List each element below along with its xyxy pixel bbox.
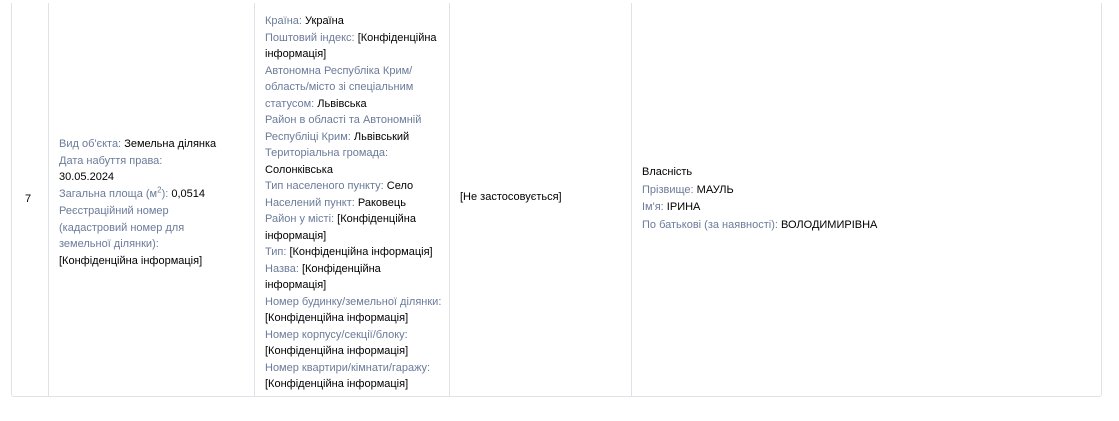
cadastral-label: Реєстраційний номер (кадастровий номер д… xyxy=(59,205,185,250)
area-line: Загальна площа (м2): 0,0514 xyxy=(59,185,219,203)
object-type-line: Вид об'єкта: Земельна ділянка xyxy=(59,136,219,153)
address-label: Тип населеного пункту: xyxy=(265,180,384,192)
acquisition-date-line: Дата набуття права: 30.05.2024 xyxy=(59,153,219,186)
address-line: Населений пункт: Раковець xyxy=(265,195,443,212)
address-value: [Конфіденційна інформація] xyxy=(265,345,409,357)
address-label: Населений пункт: xyxy=(265,196,355,209)
address-value: [Конфіденційна інформація] xyxy=(265,378,409,390)
address-line: Номер квартири/кімнати/гаражу: [Конфіден… xyxy=(265,360,443,393)
owner-info: Власність Прізвище: МАУЛЬ Ім'я: ІРИНА По… xyxy=(642,164,877,234)
address-label: Назва: xyxy=(265,262,299,275)
address-label: Країна: xyxy=(265,15,302,27)
area-value: 0,0514 xyxy=(171,187,206,200)
share-value: [Не застосовується] xyxy=(460,191,562,203)
cell-share: [Не застосовується] xyxy=(450,3,632,396)
right-type: Власність xyxy=(642,166,693,178)
object-type-label: Вид об'єкта: xyxy=(59,138,122,150)
registry-table: 7 Вид об'єкта: Земельна ділянка Дата наб… xyxy=(11,3,1102,397)
row-number: 7 xyxy=(25,193,32,205)
surname-value: МАУЛЬ xyxy=(696,183,734,196)
address-label: Територіальна громада: xyxy=(265,147,389,159)
address-label: Поштовий індекс: xyxy=(265,31,355,44)
address-line: Назва: [Конфіденційна інформація] xyxy=(265,261,443,294)
address-line: Територіальна громада: Солонківська xyxy=(265,145,443,178)
address-line: Район в області та Автономній Республіці… xyxy=(265,112,443,145)
address-line: Номер корпусу/секції/блоку: [Конфіденцій… xyxy=(265,327,443,360)
address-label: Номер будинку/земельної ділянки: xyxy=(265,295,442,308)
cell-object-info: Вид об'єкта: Земельна ділянка Дата набут… xyxy=(49,3,255,396)
address-value: Львівський xyxy=(353,130,410,143)
cell-address: Країна: Україна Поштовий індекс: [Конфіде… xyxy=(255,3,450,396)
address-label: Тип: xyxy=(265,246,287,258)
address-label: Район у місті: xyxy=(265,213,335,225)
acquisition-date-label: Дата набуття права: xyxy=(59,154,163,167)
address-label: Номер корпусу/секції/блоку: xyxy=(265,328,408,341)
address-line: Поштовий індекс: [Конфіденційна інформац… xyxy=(265,30,443,63)
area-label-pre: Загальна площа (м xyxy=(59,187,158,200)
patronymic-line: По батькові (за наявності): ВОЛОДИМИРІВН… xyxy=(642,217,877,235)
address-label: Номер квартири/кімнати/гаражу: xyxy=(265,361,431,374)
cell-owner: Власність Прізвище: МАУЛЬ Ім'я: ІРИНА По… xyxy=(632,3,1101,396)
patronymic-label: По батькові (за наявності): xyxy=(642,218,778,231)
patronymic-value: ВОЛОДИМИРІВНА xyxy=(781,218,878,231)
name-line: Ім'я: ІРИНА xyxy=(642,199,877,217)
object-info: Вид об'єкта: Земельна ділянка Дата набут… xyxy=(59,136,219,269)
cadastral-value: [Конфіденційна інформація] xyxy=(59,254,203,267)
address-info: Країна: Україна Поштовий індекс: [Конфіде… xyxy=(265,13,443,393)
acquisition-date-value: 30.05.2024 xyxy=(59,171,115,183)
area-label-post: ): xyxy=(161,187,169,200)
address-value: Село xyxy=(386,180,414,192)
address-value: Львівська xyxy=(317,97,367,110)
address-value: [Конфіденційна інформація] xyxy=(265,312,409,324)
address-value: Солонківська xyxy=(265,163,333,176)
surname-line: Прізвище: МАУЛЬ xyxy=(642,182,877,200)
address-line: Район у місті: [Конфіденційна інформація… xyxy=(265,211,443,244)
address-line: Тип: [Конфіденційна інформація] xyxy=(265,244,443,261)
name-label: Ім'я: xyxy=(642,201,664,213)
address-line: Номер будинку/земельної ділянки: [Конфід… xyxy=(265,294,443,327)
object-type-value: Земельна ділянка xyxy=(124,138,217,150)
surname-label: Прізвище: xyxy=(642,183,694,196)
name-value: ІРИНА xyxy=(666,201,701,213)
area-label: Загальна площа (м2): xyxy=(59,185,169,200)
address-value: [Конфіденційна інформація] xyxy=(289,246,433,258)
cell-row-number: 7 xyxy=(12,3,49,396)
address-value: Україна xyxy=(305,15,344,27)
address-line: Країна: Україна xyxy=(265,13,443,30)
address-line: Тип населеного пункту: Село xyxy=(265,178,443,195)
address-line: Автономна Республіка Крим/ область/місто… xyxy=(265,63,443,113)
address-value: Раковець xyxy=(357,196,406,209)
